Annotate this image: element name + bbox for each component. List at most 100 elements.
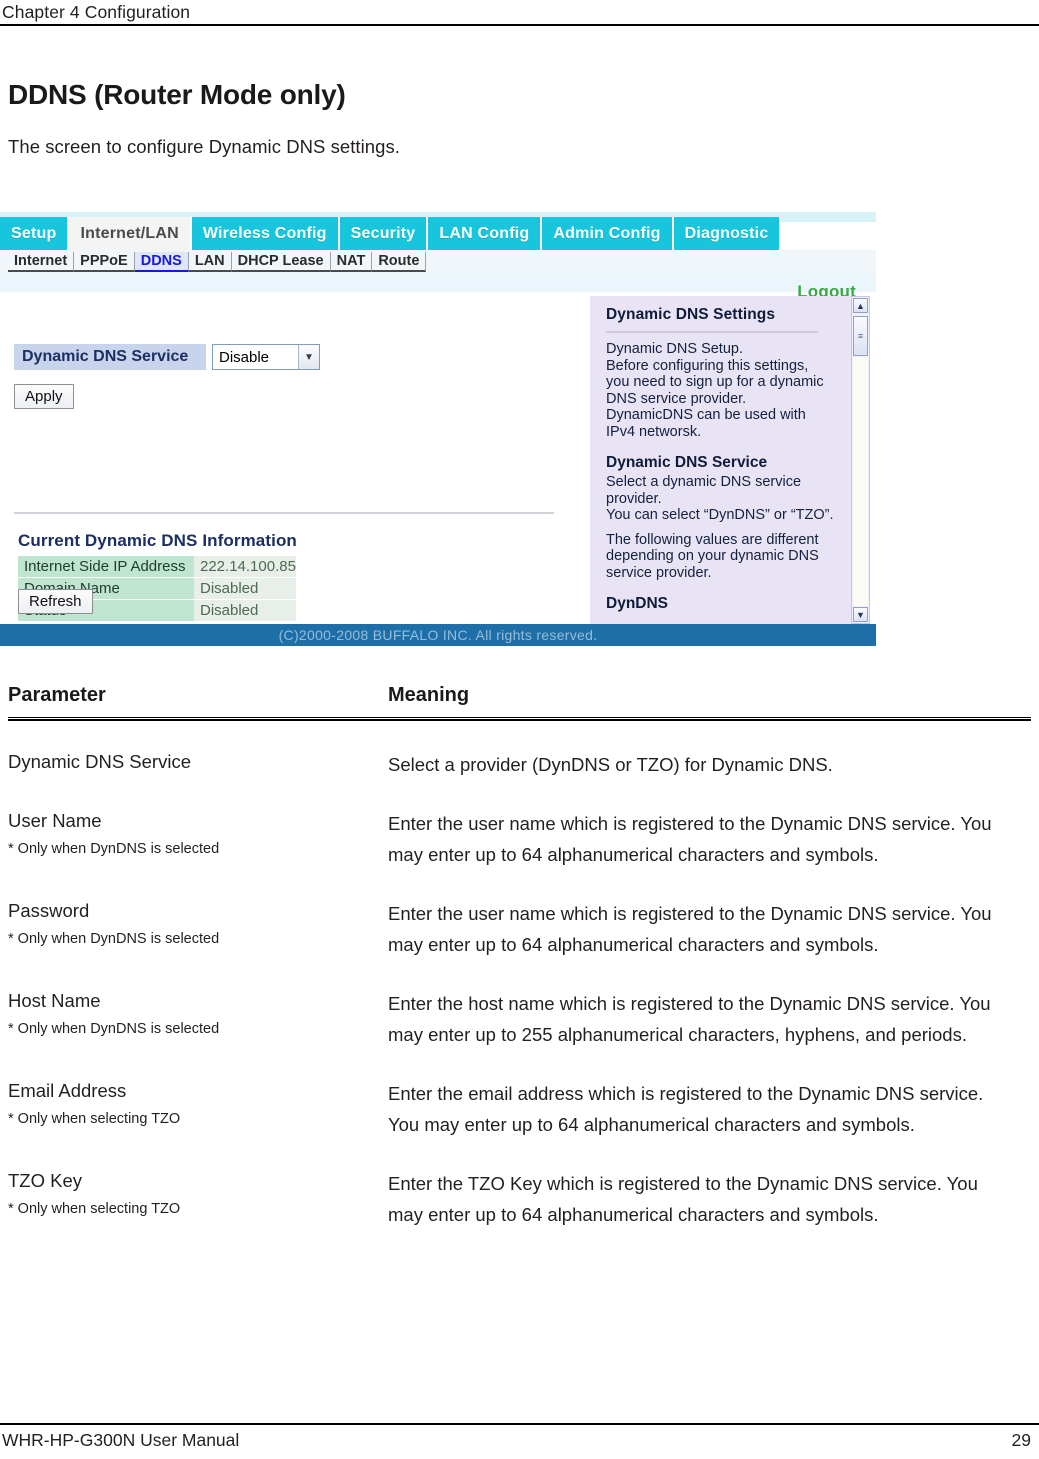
scrollbar-track[interactable] (853, 357, 868, 606)
table-cell-meaning: Enter the user name which is registered … (388, 808, 1028, 870)
refresh-button[interactable]: Refresh (18, 589, 93, 614)
footer-manual-name: WHR-HP-G300N User Manual (2, 1430, 240, 1450)
section-divider (14, 512, 554, 514)
table-cell-parameter: Password * Only when DynDNS is selected (8, 898, 388, 960)
table-cell-meaning: Select a provider (DynDNS or TZO) for Dy… (388, 749, 1028, 780)
parameter-note: * Only when selecting TZO (8, 1201, 181, 1217)
subtab-ddns[interactable]: DDNS (134, 252, 189, 272)
table-header-parameter: Parameter (8, 684, 106, 706)
apply-button[interactable]: Apply (14, 384, 74, 409)
tab-label: Diagnostic (684, 224, 769, 242)
help-body-service: Select a dynamic DNS service provider. Y… (606, 474, 834, 523)
chevron-up-icon[interactable]: ▲ (853, 298, 868, 313)
footer-rule (0, 1423, 1039, 1425)
parameter-name: User Name (8, 810, 102, 831)
subtab-nat[interactable]: NAT (330, 252, 373, 272)
help-heading-service: Dynamic DNS Service (606, 454, 768, 471)
parameter-meaning: Enter the host name which is registered … (388, 993, 991, 1045)
router-page-body: Logout Dynamic DNS Service Disable ▼ App… (0, 274, 876, 624)
table-cell-parameter: Dynamic DNS Service (8, 749, 388, 780)
help-heading-settings: Dynamic DNS Settings (606, 306, 776, 323)
dynamic-dns-service-label: Dynamic DNS Service (14, 344, 206, 370)
subtab-dhcp-lease[interactable]: DHCP Lease (231, 252, 331, 272)
tab-lan-config[interactable]: LAN Config (428, 217, 543, 250)
running-head: Chapter 4 Configuration (0, 0, 1039, 26)
sub-tab-bar: Internet PPPoE DDNS LAN DHCP Lease NAT Route (0, 250, 876, 274)
subtab-label: Internet (14, 253, 68, 269)
chevron-down-icon: ▼ (298, 345, 319, 369)
parameter-meaning: Enter the TZO Key which is registered to… (388, 1173, 978, 1225)
subtab-label: Route (378, 253, 420, 269)
tab-label: Setup (11, 224, 57, 242)
parameter-name: Email Address (8, 1080, 127, 1101)
help-scrollbar[interactable]: ▲ ≡ ▼ (851, 296, 870, 624)
router-copyright-text: (C)2000-2008 BUFFALO INC. All rights res… (278, 627, 598, 643)
table-row: Password * Only when DynDNS is selected En… (8, 870, 1031, 960)
table-row: Dynamic DNS Service Select a provider (Dy… (8, 721, 1031, 780)
table-cell-parameter: Host Name * Only when DynDNS is selected (8, 988, 388, 1050)
table-row: Email Address * Only when selecting TZO En… (8, 1050, 1031, 1140)
subtab-label: NAT (336, 253, 366, 269)
tab-admin-config[interactable]: Admin Config (542, 217, 674, 250)
tab-wireless-config[interactable]: Wireless Config (191, 217, 340, 250)
parameter-note: * Only when selecting TZO (8, 1111, 181, 1127)
help-body-settings: Dynamic DNS Setup. Before configuring th… (606, 341, 824, 440)
help-heading-dyndns: DynDNS (606, 595, 669, 612)
parameter-note: * Only when DynDNS is selected (8, 931, 220, 947)
tab-label: Wireless Config (202, 224, 327, 242)
help-body-note: The following values are different depen… (606, 531, 819, 581)
dynamic-dns-service-value: Disable (219, 348, 270, 366)
table-body: Dynamic DNS Service Select a provider (Dy… (8, 721, 1031, 1230)
parameter-meaning: Enter the user name which is registered … (388, 813, 992, 865)
parameter-name: Dynamic DNS Service (8, 751, 191, 772)
tab-security[interactable]: Security (339, 217, 429, 250)
subtab-label: LAN (194, 253, 225, 269)
parameter-meaning-table: Parameter Meaning Dynamic DNS Service Sel… (8, 684, 1031, 1230)
subtab-pppoe[interactable]: PPPoE (74, 252, 135, 272)
subtab-label: DDNS (140, 253, 182, 269)
tab-label: LAN Config (439, 224, 530, 242)
tab-label: Internet/LAN (80, 224, 179, 242)
parameter-name: TZO Key (8, 1170, 83, 1191)
tab-diagnostic[interactable]: Diagnostic (673, 217, 782, 250)
tab-setup[interactable]: Setup (0, 217, 70, 250)
page-subtitle: The screen to configure Dynamic DNS sett… (8, 136, 400, 157)
table-cell-parameter: User Name * Only when DynDNS is selected (8, 808, 388, 870)
info-row-value: Disabled (194, 600, 296, 622)
table-cell-parameter: TZO Key * Only when selecting TZO (8, 1168, 388, 1230)
tab-label: Admin Config (553, 224, 661, 242)
table-cell-meaning: Enter the host name which is registered … (388, 988, 1028, 1050)
table-header-meaning: Meaning (388, 684, 470, 706)
parameter-note: * Only when DynDNS is selected (8, 1021, 220, 1037)
scrollbar-thumb[interactable]: ≡ (853, 316, 868, 356)
dynamic-dns-service-select[interactable]: Disable ▼ (212, 344, 320, 370)
subtab-label: PPPoE (80, 253, 128, 269)
dynamic-dns-service-row: Dynamic DNS Service Disable ▼ (14, 344, 320, 370)
main-tab-bar: Setup Internet/LAN Wireless Config Security… (0, 217, 876, 250)
parameter-name: Host Name (8, 990, 101, 1011)
subtab-label: DHCP Lease (237, 253, 324, 269)
help-divider (606, 331, 818, 333)
header-rule (0, 24, 1039, 26)
parameter-meaning: Enter the email address which is registe… (388, 1083, 984, 1135)
table-row: User Name * Only when DynDNS is selected E… (8, 780, 1031, 870)
tab-label: Security (350, 224, 416, 242)
info-row-value: 222.14.100.85 (194, 556, 296, 578)
footer-page-number: 29 (1011, 1430, 1031, 1450)
table-rule-thin (8, 717, 1031, 718)
chevron-down-icon[interactable]: ▼ (853, 607, 868, 622)
router-ui-screenshot: Setup Internet/LAN Wireless Config Security… (0, 212, 876, 646)
parameter-name: Password (8, 900, 90, 921)
table-cell-meaning: Enter the TZO Key which is registered to… (388, 1168, 1028, 1230)
tab-internet-lan[interactable]: Internet/LAN (69, 217, 192, 250)
running-head-text: Chapter 4 Configuration (2, 2, 191, 22)
subtab-route[interactable]: Route (372, 252, 427, 272)
table-row: TZO Key * Only when selecting TZO Enter th… (8, 1140, 1031, 1230)
parameter-meaning: Enter the user name which is registered … (388, 903, 992, 955)
current-info-title: Current Dynamic DNS Information (18, 531, 297, 550)
subtab-internet[interactable]: Internet (8, 252, 75, 272)
info-row: Internet Side IP Address 222.14.100.85 (18, 556, 296, 578)
table-cell-parameter: Email Address * Only when selecting TZO (8, 1078, 388, 1140)
info-row-value: Disabled (194, 578, 296, 600)
subtab-lan[interactable]: LAN (188, 252, 232, 272)
